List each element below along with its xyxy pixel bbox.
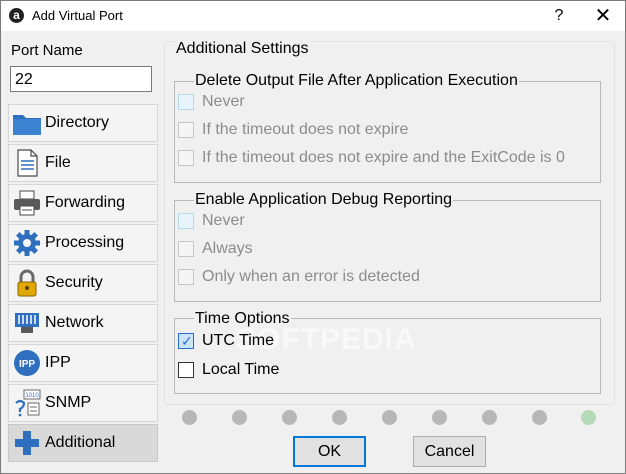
sidebar-item-ipp[interactable]: IPP IPP xyxy=(8,344,158,382)
gear-icon xyxy=(14,230,40,256)
wizard-step-dot xyxy=(282,410,297,425)
help-button[interactable]: ? xyxy=(537,1,581,31)
window-title: Add Virtual Port xyxy=(32,8,123,23)
wizard-step-dot xyxy=(382,410,397,425)
port-name-label: Port Name xyxy=(11,42,83,59)
debug-reporting-group-title: Enable Application Debug Reporting xyxy=(194,191,454,209)
network-icon xyxy=(15,313,39,333)
sidebar-item-label: Processing xyxy=(45,234,125,251)
wizard-step-dot-current xyxy=(581,410,596,425)
checkbox-label: Never xyxy=(202,93,245,110)
sidebar-item-label: IPP xyxy=(45,354,71,371)
ipp-icon: IPP xyxy=(14,350,40,376)
sidebar-item-network[interactable]: Network xyxy=(8,304,158,342)
checkbox-label: Local Time xyxy=(202,361,280,378)
port-name-input[interactable]: 22 xyxy=(10,66,152,92)
wizard-step-dot xyxy=(532,410,547,425)
checkbox[interactable] xyxy=(178,94,194,110)
sidebar-item-snmp[interactable]: 1010 SNMP xyxy=(8,384,158,422)
sidebar-item-forwarding[interactable]: Forwarding xyxy=(8,184,158,222)
checkbox[interactable] xyxy=(178,122,194,138)
checkbox-label: If the timeout does not expire and the E… xyxy=(202,149,565,166)
wizard-step-dot xyxy=(182,410,197,425)
plus-icon xyxy=(15,431,39,455)
additional-settings-title: Additional Settings xyxy=(174,40,311,58)
sidebar-item-processing[interactable]: Processing xyxy=(8,224,158,262)
close-button[interactable]: ✕ xyxy=(581,1,625,31)
app-logo-icon: a xyxy=(9,8,24,23)
checkbox[interactable] xyxy=(178,269,194,285)
sidebar-item-label: File xyxy=(45,154,71,171)
checkbox[interactable]: ✓ xyxy=(178,333,194,349)
wizard-step-dot xyxy=(432,410,447,425)
sidebar-item-label: Directory xyxy=(45,114,110,131)
lock-icon xyxy=(17,269,37,297)
sidebar-item-file[interactable]: File xyxy=(8,144,158,182)
folder-icon xyxy=(13,115,41,135)
ok-button[interactable]: OK xyxy=(293,436,366,467)
wizard-step-dot xyxy=(332,410,347,425)
sidebar-item-label: Network xyxy=(45,314,104,331)
wizard-step-dot xyxy=(482,410,497,425)
sidebar-item-directory[interactable]: Directory xyxy=(8,104,158,142)
checkbox[interactable] xyxy=(178,213,194,229)
checkbox-label: If the timeout does not expire xyxy=(202,121,409,138)
checkbox-label: Never xyxy=(202,212,245,229)
sidebar-item-label: SNMP xyxy=(45,394,92,411)
snmp-icon-text: 1010 xyxy=(25,393,39,399)
snmp-icon: 1010 xyxy=(15,389,41,417)
ipp-icon-text: IPP xyxy=(19,359,35,370)
add-virtual-port-dialog: a Add Virtual Port ? ✕ Port Name 22 Dire… xyxy=(0,0,626,474)
title-bar: a Add Virtual Port ? ✕ xyxy=(1,1,625,31)
wizard-step-dot xyxy=(232,410,247,425)
sidebar-item-security[interactable]: Security xyxy=(8,264,158,302)
checkbox[interactable] xyxy=(178,150,194,166)
checkbox-label: Only when an error is detected xyxy=(202,268,420,285)
checkbox-label: Always xyxy=(202,240,253,257)
file-icon xyxy=(17,149,38,177)
sidebar-item-additional[interactable]: Additional xyxy=(8,424,158,462)
sidebar-item-label: Forwarding xyxy=(45,194,126,211)
checkbox-label: UTC Time xyxy=(202,332,274,349)
checkbox[interactable] xyxy=(178,241,194,257)
checkbox[interactable] xyxy=(178,362,194,378)
checkmark-icon: ✓ xyxy=(181,333,193,349)
sidebar-item-label: Additional xyxy=(45,434,116,451)
sidebar-item-label: Security xyxy=(45,274,103,291)
printer-icon xyxy=(14,190,40,216)
cancel-button[interactable]: Cancel xyxy=(413,436,486,467)
delete-output-group-title: Delete Output File After Application Exe… xyxy=(194,72,519,90)
